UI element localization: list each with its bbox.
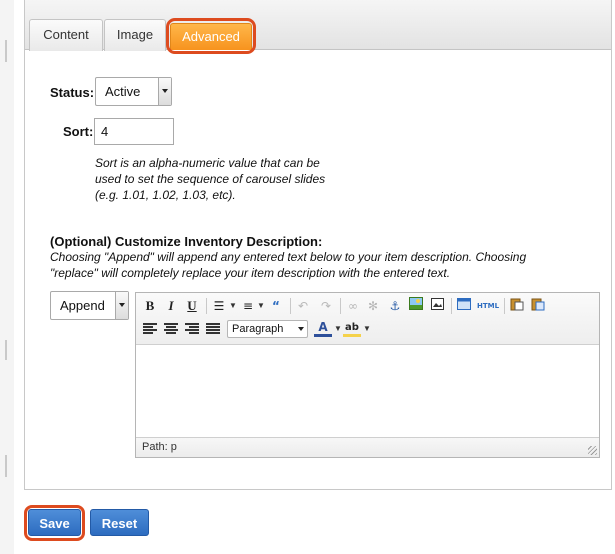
tab-bar: Content Image Advanced — [25, 0, 611, 54]
rich-text-editor: B I U ☰ ▼ ≡ ▼ “ ↶ ↷ ∞ ✻ ⚓ HTML Paragraph… — [135, 292, 600, 458]
numbered-list-caret[interactable]: ▼ — [257, 297, 265, 315]
sort-help-line: (e.g. 1.01, 1.02, 1.03, etc). — [95, 188, 236, 202]
editor-path: Path: p — [142, 441, 177, 453]
sort-help-line: Sort is an alpha-numeric value that can … — [95, 156, 320, 170]
paste-word-icon[interactable] — [529, 297, 547, 315]
edit-slide-panel: Content Image Advanced Status: Active So… — [24, 0, 612, 490]
toolbar-separator — [451, 298, 452, 314]
sort-label: Sort: — [63, 124, 94, 139]
gutter-mark — [5, 40, 7, 62]
toolbar-separator — [504, 298, 505, 314]
status-select-value: Active — [105, 84, 141, 99]
paste-text-icon[interactable] — [508, 297, 526, 315]
sort-help-text: Sort is an alpha-numeric value that can … — [95, 155, 325, 203]
editor-content-area[interactable] — [136, 345, 599, 437]
tab-advanced[interactable]: Advanced — [170, 23, 252, 50]
format-select-value: Paragraph — [232, 323, 284, 335]
html-source-button[interactable]: HTML — [476, 297, 500, 315]
bullet-list-caret[interactable]: ▼ — [229, 297, 237, 315]
inventory-help-line: "replace" will completely replace your i… — [50, 266, 451, 280]
align-justify-icon[interactable] — [206, 323, 220, 335]
bullet-list-icon[interactable]: ☰ — [210, 297, 228, 315]
format-select[interactable]: Paragraph — [227, 320, 308, 338]
toolbar-separator — [206, 298, 207, 314]
sort-input[interactable] — [94, 118, 174, 145]
inventory-description-heading: (Optional) Customize Inventory Descripti… — [50, 234, 323, 249]
blockquote-icon[interactable]: “ — [267, 297, 285, 315]
numbered-list-icon[interactable]: ≡ — [239, 297, 257, 315]
underline-button[interactable]: U — [183, 297, 201, 315]
editor-status-bar: Path: p — [136, 437, 599, 457]
media-icon[interactable] — [428, 297, 446, 315]
inventory-help-line: Choosing "Append" will append any entere… — [50, 250, 527, 264]
align-left-icon[interactable] — [143, 323, 157, 335]
save-button[interactable]: Save — [28, 509, 81, 536]
tab-content[interactable]: Content — [29, 19, 103, 51]
status-label: Status: — [50, 85, 95, 100]
sort-help-line: used to set the sequence of carousel sli… — [95, 172, 326, 186]
status-select[interactable]: Active — [95, 77, 172, 106]
tab-image[interactable]: Image — [104, 19, 166, 51]
fullscreen-icon[interactable] — [455, 297, 473, 315]
italic-button[interactable]: I — [162, 297, 180, 315]
append-mode-value: Append — [60, 298, 105, 313]
editor-toolbar: B I U ☰ ▼ ≡ ▼ “ ↶ ↷ ∞ ✻ ⚓ HTML Paragraph… — [136, 293, 599, 345]
font-color-button[interactable]: A — [314, 320, 332, 337]
gutter-mark — [5, 455, 7, 477]
gutter-mark — [5, 340, 7, 360]
link-icon[interactable]: ∞ — [344, 297, 362, 315]
image-icon[interactable] — [407, 297, 425, 315]
toolbar-separator — [290, 298, 291, 314]
toolbar-separator — [340, 298, 341, 314]
align-right-icon[interactable] — [185, 323, 199, 335]
highlight-color-icon[interactable]: ab — [343, 320, 361, 337]
bold-button[interactable]: B — [141, 297, 159, 315]
chevron-down-icon — [298, 327, 304, 331]
anchor-icon[interactable]: ⚓ — [386, 297, 404, 315]
highlight-color-caret[interactable]: ▼ — [363, 320, 371, 338]
chevron-down-icon — [158, 78, 171, 105]
chevron-down-icon — [115, 292, 128, 319]
undo-icon[interactable]: ↶ — [294, 297, 312, 315]
redo-icon[interactable]: ↷ — [317, 297, 335, 315]
reset-button[interactable]: Reset — [90, 509, 149, 536]
append-mode-select[interactable]: Append — [50, 291, 129, 320]
unlink-icon[interactable]: ✻ — [364, 297, 382, 315]
align-center-icon[interactable] — [164, 323, 178, 335]
font-color-caret[interactable]: ▼ — [334, 320, 342, 338]
resize-grip-icon[interactable] — [588, 446, 597, 455]
inventory-help-text: Choosing "Append" will append any entere… — [50, 249, 526, 281]
left-gutter — [0, 0, 14, 554]
